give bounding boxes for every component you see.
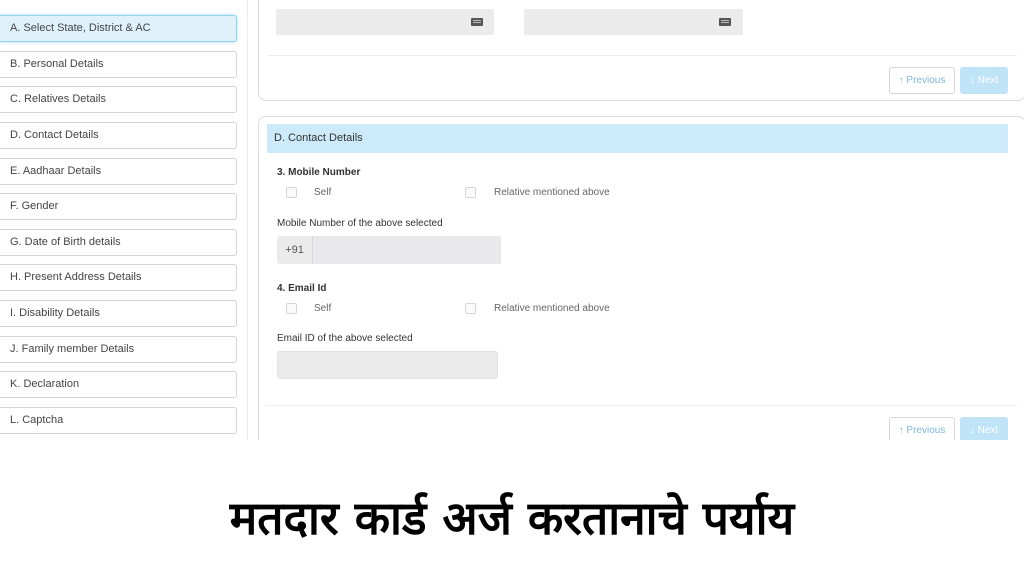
mobile-self-label: Self	[314, 187, 332, 198]
sidebar-item-label: K. Declaration	[10, 378, 80, 390]
sidebar-item-select-state[interactable]: A. Select State, District & AC	[0, 15, 237, 42]
email-id-question: 4. Email Id	[277, 283, 327, 294]
email-relative-label: Relative mentioned above	[494, 303, 610, 314]
sidebar-item-label: A. Select State, District & AC	[10, 22, 151, 34]
sidebar-item-contact-details[interactable]: D. Contact Details	[0, 122, 237, 149]
mobile-relative-label: Relative mentioned above	[494, 187, 610, 198]
previous-section-card: ↑ Previous ↓ Next	[258, 0, 1024, 101]
email-self-label: Self	[314, 303, 332, 314]
sidebar-divider	[247, 0, 248, 440]
email-relative-checkbox[interactable]	[465, 303, 476, 314]
voter-form-screen: A. Select State, District & AC B. Person…	[0, 0, 1024, 440]
section-header: D. Contact Details	[267, 124, 1008, 153]
keyboard-icon[interactable]	[471, 18, 483, 26]
mobile-self-checkbox[interactable]	[286, 187, 297, 198]
mobile-relative-checkbox[interactable]	[465, 187, 476, 198]
sidebar-item-label: C. Relatives Details	[10, 93, 106, 105]
sidebar-item-label: B. Personal Details	[10, 58, 104, 70]
mobile-number-input-group: +91	[277, 236, 501, 264]
card-divider	[267, 55, 1017, 56]
email-input[interactable]	[277, 351, 498, 379]
previous-button[interactable]: ↑ Previous	[889, 417, 955, 440]
text-field-1[interactable]	[276, 9, 494, 35]
sidebar-item-declaration[interactable]: K. Declaration	[0, 371, 237, 398]
previous-button[interactable]: ↑ Previous	[889, 67, 955, 94]
sidebar-item-label: I. Disability Details	[10, 307, 100, 319]
sidebar-item-label: E. Aadhaar Details	[10, 165, 102, 177]
contact-details-card: D. Contact Details 3. Mobile Number Self…	[258, 116, 1024, 440]
form-sections-sidebar: A. Select State, District & AC B. Person…	[0, 0, 248, 440]
sidebar-item-family-member-details[interactable]: J. Family member Details	[0, 336, 237, 363]
sidebar-item-label: H. Present Address Details	[10, 271, 142, 283]
sidebar-item-label: G. Date of Birth details	[10, 236, 121, 248]
sidebar-item-date-of-birth[interactable]: G. Date of Birth details	[0, 229, 237, 256]
mobile-field-label: Mobile Number of the above selected	[277, 218, 443, 229]
sidebar-item-personal-details[interactable]: B. Personal Details	[0, 51, 237, 78]
sidebar-item-present-address[interactable]: H. Present Address Details	[0, 264, 237, 291]
sidebar-item-disability-details[interactable]: I. Disability Details	[0, 300, 237, 327]
sidebar-item-label: F. Gender	[10, 200, 59, 212]
next-button[interactable]: ↓ Next	[960, 417, 1008, 440]
sidebar-item-label: D. Contact Details	[10, 129, 99, 141]
mobile-number-input[interactable]	[313, 236, 501, 264]
sidebar-item-gender[interactable]: F. Gender	[0, 193, 237, 220]
keyboard-icon[interactable]	[719, 18, 731, 26]
next-button[interactable]: ↓ Next	[960, 67, 1008, 94]
sidebar-item-label: J. Family member Details	[10, 343, 135, 355]
mobile-number-question: 3. Mobile Number	[277, 167, 361, 178]
email-self-checkbox[interactable]	[286, 303, 297, 314]
sidebar-item-captcha[interactable]: L. Captcha	[0, 407, 237, 434]
text-field-2[interactable]	[524, 9, 743, 35]
country-code-prefix: +91	[277, 236, 313, 264]
banner-title: मतदार कार्ड अर्ज करतानाचे पर्याय	[229, 491, 795, 545]
sidebar-item-aadhaar-details[interactable]: E. Aadhaar Details	[0, 158, 237, 185]
email-field-label: Email ID of the above selected	[277, 333, 413, 344]
card-divider	[267, 405, 1017, 406]
sidebar-item-label: L. Captcha	[10, 414, 64, 426]
sidebar-item-relatives-details[interactable]: C. Relatives Details	[0, 86, 237, 113]
